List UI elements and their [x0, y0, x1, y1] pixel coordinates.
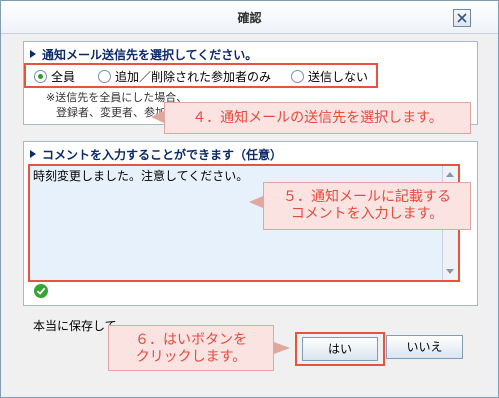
radio-unselected-icon	[98, 70, 111, 83]
scroll-down-icon[interactable]	[446, 269, 454, 274]
callout-pointer	[249, 196, 263, 208]
confirm-message: 本当に保存して	[33, 319, 117, 333]
radio-do-not-send[interactable]: 送信しない	[291, 68, 368, 85]
close-icon	[457, 13, 467, 23]
title-bar: 確認	[1, 1, 498, 34]
radio-all[interactable]: 全員	[34, 68, 75, 85]
yes-button[interactable]: はい	[302, 337, 378, 361]
comment-text: 時刻変更しました。注意してください。	[33, 169, 249, 183]
notify-section-heading: 通知メール送信先を選択してください。	[30, 46, 257, 63]
arrow-right-icon	[30, 50, 36, 58]
radio-unselected-icon	[291, 70, 304, 83]
recipient-note-line2: 登録者、変更者、参加	[56, 106, 166, 119]
callout-step6: ６．はいボタンを クリックします。	[108, 325, 274, 371]
callout-pointer	[151, 111, 164, 123]
close-button[interactable]	[453, 9, 471, 27]
recipient-radio-group: 全員 追加／削除された参加者のみ 送信しない	[24, 63, 378, 88]
dialog-title: 確認	[237, 11, 262, 25]
yes-button-highlight: はい	[295, 332, 385, 366]
radio-added-removed-only[interactable]: 追加／削除された参加者のみ	[98, 68, 271, 85]
comment-section-heading: コメントを入力することができます（任意）	[30, 146, 282, 163]
callout-step4: ４．通知メールの送信先を選択します。	[164, 102, 471, 134]
checkmark-icon	[34, 284, 48, 298]
callout-step5: ５．通知メールに記載する コメントを入力します。	[263, 182, 471, 230]
no-button[interactable]: いいえ	[386, 335, 463, 359]
radio-selected-icon	[34, 70, 47, 83]
confirm-dialog: 確認 通知メール送信先を選択してください。 全員 追加／削除された参加者のみ 送…	[0, 0, 499, 398]
callout-pointer	[274, 342, 290, 354]
scroll-up-icon[interactable]	[446, 172, 454, 177]
arrow-right-icon	[30, 150, 36, 158]
